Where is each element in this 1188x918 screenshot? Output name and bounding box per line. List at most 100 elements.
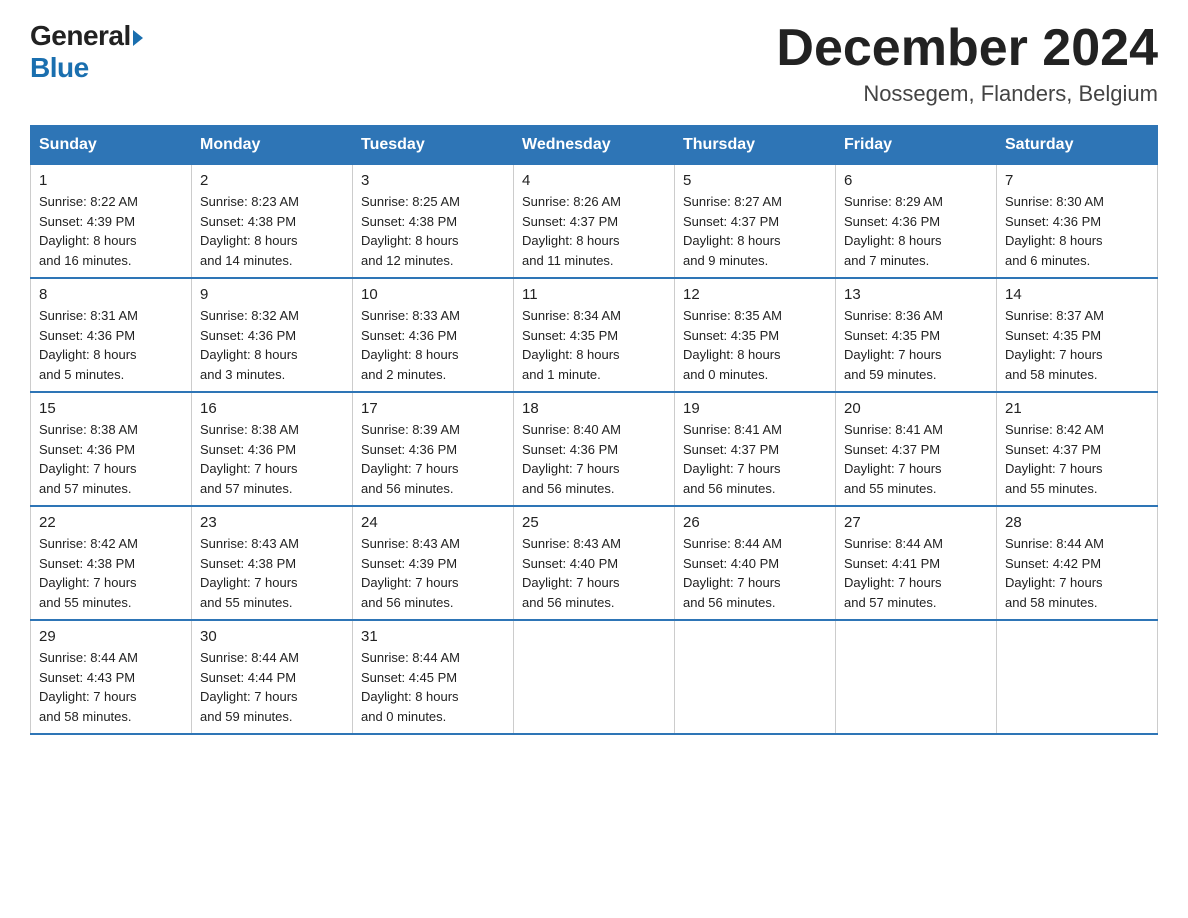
day-info: Sunrise: 8:30 AM Sunset: 4:36 PM Dayligh… [1005,192,1149,270]
day-number: 28 [1005,514,1149,531]
day-number: 23 [200,514,344,531]
calendar-header-row: Sunday Monday Tuesday Wednesday Thursday… [31,126,1158,165]
day-info: Sunrise: 8:32 AM Sunset: 4:36 PM Dayligh… [200,306,344,384]
day-info: Sunrise: 8:41 AM Sunset: 4:37 PM Dayligh… [844,420,988,498]
day-number: 11 [522,286,666,303]
table-row: 21 Sunrise: 8:42 AM Sunset: 4:37 PM Dayli… [997,392,1158,506]
table-row [514,620,675,734]
day-info: Sunrise: 8:44 AM Sunset: 4:43 PM Dayligh… [39,648,183,726]
col-wednesday: Wednesday [514,126,675,165]
day-number: 20 [844,400,988,417]
calendar-week-row: 1 Sunrise: 8:22 AM Sunset: 4:39 PM Daylig… [31,165,1158,279]
day-info: Sunrise: 8:41 AM Sunset: 4:37 PM Dayligh… [683,420,827,498]
table-row: 1 Sunrise: 8:22 AM Sunset: 4:39 PM Daylig… [31,165,192,279]
day-number: 9 [200,286,344,303]
day-number: 2 [200,172,344,189]
day-info: Sunrise: 8:38 AM Sunset: 4:36 PM Dayligh… [200,420,344,498]
table-row: 3 Sunrise: 8:25 AM Sunset: 4:38 PM Daylig… [353,165,514,279]
day-info: Sunrise: 8:44 AM Sunset: 4:45 PM Dayligh… [361,648,505,726]
day-info: Sunrise: 8:35 AM Sunset: 4:35 PM Dayligh… [683,306,827,384]
day-number: 14 [1005,286,1149,303]
day-info: Sunrise: 8:44 AM Sunset: 4:44 PM Dayligh… [200,648,344,726]
calendar-week-row: 8 Sunrise: 8:31 AM Sunset: 4:36 PM Daylig… [31,278,1158,392]
table-row: 29 Sunrise: 8:44 AM Sunset: 4:43 PM Dayli… [31,620,192,734]
day-number: 4 [522,172,666,189]
day-info: Sunrise: 8:43 AM Sunset: 4:38 PM Dayligh… [200,534,344,612]
day-number: 22 [39,514,183,531]
table-row: 7Sunrise: 8:30 AM Sunset: 4:36 PM Daylig… [997,165,1158,279]
day-number: 27 [844,514,988,531]
table-row: 12 Sunrise: 8:35 AM Sunset: 4:35 PM Dayli… [675,278,836,392]
table-row [836,620,997,734]
day-number: 31 [361,628,505,645]
location: Nossegem, Flanders, Belgium [776,81,1158,107]
table-row: 24Sunrise: 8:43 AM Sunset: 4:39 PM Dayli… [353,506,514,620]
calendar-table: Sunday Monday Tuesday Wednesday Thursday… [30,125,1158,735]
col-thursday: Thursday [675,126,836,165]
table-row: 13 Sunrise: 8:36 AM Sunset: 4:35 PM Dayli… [836,278,997,392]
day-info: Sunrise: 8:36 AM Sunset: 4:35 PM Dayligh… [844,306,988,384]
calendar-week-row: 29 Sunrise: 8:44 AM Sunset: 4:43 PM Dayli… [31,620,1158,734]
day-number: 19 [683,400,827,417]
day-info: Sunrise: 8:39 AM Sunset: 4:36 PM Dayligh… [361,420,505,498]
table-row: 14 Sunrise: 8:37 AM Sunset: 4:35 PM Dayli… [997,278,1158,392]
table-row: 10 Sunrise: 8:33 AM Sunset: 4:36 PM Dayli… [353,278,514,392]
day-info: Sunrise: 8:29 AM Sunset: 4:36 PM Dayligh… [844,192,988,270]
table-row: 25Sunrise: 8:43 AM Sunset: 4:40 PM Dayli… [514,506,675,620]
table-row [675,620,836,734]
day-number: 10 [361,286,505,303]
day-info: Sunrise: 8:33 AM Sunset: 4:36 PM Dayligh… [361,306,505,384]
logo-line1: General [30,20,143,52]
logo: General Blue [30,20,143,84]
table-row [997,620,1158,734]
title-block: December 2024 Nossegem, Flanders, Belgiu… [776,20,1158,107]
day-number: 16 [200,400,344,417]
day-info: Sunrise: 8:31 AM Sunset: 4:36 PM Dayligh… [39,306,183,384]
table-row: 16 Sunrise: 8:38 AM Sunset: 4:36 PM Dayli… [192,392,353,506]
table-row: 17 Sunrise: 8:39 AM Sunset: 4:36 PM Dayli… [353,392,514,506]
table-row: 26 Sunrise: 8:44 AM Sunset: 4:40 PM Dayli… [675,506,836,620]
table-row: 18 Sunrise: 8:40 AM Sunset: 4:36 PM Dayli… [514,392,675,506]
table-row: 19 Sunrise: 8:41 AM Sunset: 4:37 PM Dayli… [675,392,836,506]
table-row: 30Sunrise: 8:44 AM Sunset: 4:44 PM Dayli… [192,620,353,734]
day-number: 18 [522,400,666,417]
month-title: December 2024 [776,20,1158,77]
day-info: Sunrise: 8:44 AM Sunset: 4:41 PM Dayligh… [844,534,988,612]
day-number: 25 [522,514,666,531]
day-number: 13 [844,286,988,303]
day-number: 8 [39,286,183,303]
day-number: 21 [1005,400,1149,417]
day-number: 12 [683,286,827,303]
day-info: Sunrise: 8:22 AM Sunset: 4:39 PM Dayligh… [39,192,183,270]
table-row: 20 Sunrise: 8:41 AM Sunset: 4:37 PM Dayli… [836,392,997,506]
day-number: 6 [844,172,988,189]
day-info: Sunrise: 8:26 AM Sunset: 4:37 PM Dayligh… [522,192,666,270]
day-number: 1 [39,172,183,189]
table-row: 2 Sunrise: 8:23 AM Sunset: 4:38 PM Daylig… [192,165,353,279]
logo-line2: Blue [30,52,143,84]
col-saturday: Saturday [997,126,1158,165]
day-info: Sunrise: 8:44 AM Sunset: 4:40 PM Dayligh… [683,534,827,612]
table-row: 6 Sunrise: 8:29 AM Sunset: 4:36 PM Daylig… [836,165,997,279]
day-info: Sunrise: 8:42 AM Sunset: 4:38 PM Dayligh… [39,534,183,612]
table-row: 8 Sunrise: 8:31 AM Sunset: 4:36 PM Daylig… [31,278,192,392]
day-info: Sunrise: 8:40 AM Sunset: 4:36 PM Dayligh… [522,420,666,498]
table-row: 22 Sunrise: 8:42 AM Sunset: 4:38 PM Dayli… [31,506,192,620]
day-info: Sunrise: 8:23 AM Sunset: 4:38 PM Dayligh… [200,192,344,270]
table-row: 27 Sunrise: 8:44 AM Sunset: 4:41 PM Dayli… [836,506,997,620]
day-info: Sunrise: 8:34 AM Sunset: 4:35 PM Dayligh… [522,306,666,384]
calendar-week-row: 15 Sunrise: 8:38 AM Sunset: 4:36 PM Dayli… [31,392,1158,506]
day-number: 3 [361,172,505,189]
day-number: 29 [39,628,183,645]
day-number: 15 [39,400,183,417]
calendar-week-row: 22 Sunrise: 8:42 AM Sunset: 4:38 PM Dayli… [31,506,1158,620]
table-row: 4 Sunrise: 8:26 AM Sunset: 4:37 PM Daylig… [514,165,675,279]
day-number: 26 [683,514,827,531]
day-info: Sunrise: 8:37 AM Sunset: 4:35 PM Dayligh… [1005,306,1149,384]
day-info: Sunrise: 8:42 AM Sunset: 4:37 PM Dayligh… [1005,420,1149,498]
day-number: 5 [683,172,827,189]
day-number: 17 [361,400,505,417]
page-header: General Blue December 2024 Nossegem, Fla… [30,20,1158,107]
day-info: Sunrise: 8:43 AM Sunset: 4:39 PM Dayligh… [361,534,505,612]
day-info: Sunrise: 8:25 AM Sunset: 4:38 PM Dayligh… [361,192,505,270]
